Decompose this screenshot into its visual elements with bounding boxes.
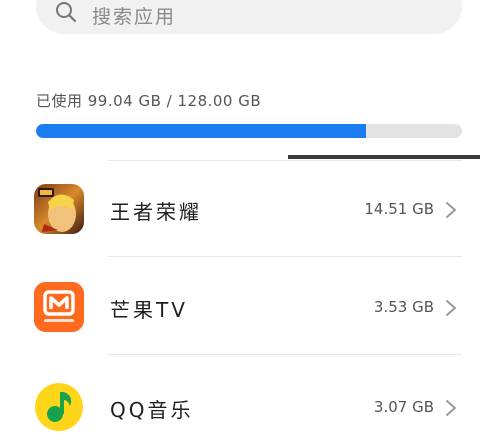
divider	[108, 160, 462, 161]
divider	[108, 256, 462, 257]
mango-tv-icon	[34, 282, 84, 332]
app-size: 3.07 GB	[373, 398, 434, 416]
chevron-right-icon	[446, 300, 456, 316]
app-row-honor-of-kings[interactable]: 王者荣耀 14.51 GB	[0, 174, 500, 244]
app-name: 芒果TV	[110, 298, 188, 322]
chevron-right-icon	[446, 202, 456, 218]
chevron-right-icon	[446, 400, 456, 416]
storage-usage-text: 已使用 99.04 GB / 128.00 GB	[36, 92, 262, 110]
search-placeholder: 搜索应用	[92, 6, 177, 28]
app-row-mango-tv[interactable]: 芒果TV 3.53 GB	[0, 272, 500, 342]
scroll-indicator	[288, 155, 480, 159]
search-icon	[56, 2, 77, 23]
qq-music-icon	[34, 382, 84, 432]
app-size: 14.51 GB	[364, 200, 434, 218]
divider	[108, 354, 462, 355]
app-row-qq-music[interactable]: QQ音乐 3.07 GB	[0, 372, 500, 442]
app-name: 王者荣耀	[110, 200, 202, 224]
storage-progress-bar	[36, 124, 462, 138]
app-size: 3.53 GB	[373, 298, 434, 316]
search-bar[interactable]: 搜索应用	[36, 0, 462, 34]
honor-of-kings-icon	[34, 184, 84, 234]
storage-progress-fill	[36, 124, 366, 138]
app-name: QQ音乐	[110, 398, 194, 422]
